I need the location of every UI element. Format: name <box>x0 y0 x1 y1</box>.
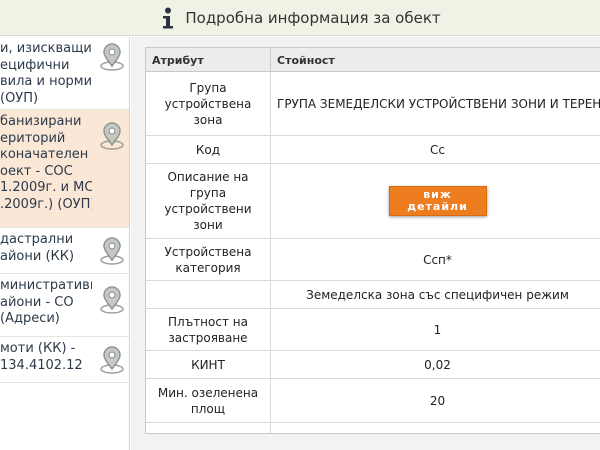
table-header: Атрибут Стойност <box>146 48 600 72</box>
attribute-cell: КИНТ <box>146 351 271 378</box>
table-row: Код Сс <box>146 136 600 164</box>
map-pin-icon[interactable] <box>99 122 125 150</box>
layer-list: и, изискващи ецифични вила и норми (ОУП)… <box>0 37 130 450</box>
value-cell: ГРУПА ЗЕМЕДЕЛСКИ УСТРОЙСТВЕНИ ЗОНИ И ТЕР… <box>277 96 600 111</box>
view-details-button[interactable]: виж детайли <box>388 186 487 216</box>
value-cell: Ссп* <box>423 252 452 267</box>
detail-panel: Атрибут Стойност Група устройствена зона… <box>131 37 600 450</box>
map-pin-icon[interactable] <box>99 237 125 265</box>
map-pin-icon[interactable] <box>99 346 125 374</box>
value-cell: 20 <box>429 393 446 408</box>
info-icon <box>159 6 177 30</box>
layer-item-1[interactable]: банизирани ериторий коначателен оект - С… <box>0 110 129 228</box>
layer-item-2[interactable]: дастрални айони (КК) <box>0 228 129 274</box>
table-row: Земеделска зона със специфичен режим <box>146 281 600 309</box>
column-header-value: Стойност <box>277 54 335 67</box>
table-row: КИНТ 0,02 <box>146 351 600 379</box>
column-header-attribute: Атрибут <box>146 48 271 71</box>
layer-item-label: моти (КК) - 134.4102.12 <box>0 341 83 373</box>
attribute-cell: Мин. озеленена площ <box>146 379 271 422</box>
layer-item-4[interactable]: моти (КК) - 134.4102.12 <box>0 337 129 383</box>
table-row: Мин. озеленена площ 20 <box>146 379 600 423</box>
page-title: Подробна информация за обект <box>185 8 441 27</box>
table-row: Плътност на застрояване 1 <box>146 309 600 351</box>
attribute-cell: Плътност на застрояване <box>146 309 271 350</box>
value-cell <box>271 423 600 433</box>
layer-item-0[interactable]: и, изискващи ецифични вила и норми (ОУП) <box>0 37 129 110</box>
view-details-label-2: детайли <box>407 200 468 213</box>
attribute-cell: Описание на група устройствени зони <box>146 164 271 238</box>
map-pin-icon[interactable] <box>99 286 125 314</box>
detail-header: Подробна информация за обект <box>0 0 600 36</box>
attribute-cell: Устройствена категория <box>146 239 271 280</box>
value-cell: виж детайли <box>271 164 600 238</box>
value-cell: 0,02 <box>424 357 451 372</box>
attribute-table: Атрибут Стойност Група устройствена зона… <box>145 47 600 434</box>
table-row <box>146 423 600 433</box>
layer-item-label: и, изискващи ецифични вила и норми (ОУП) <box>0 41 92 106</box>
value-cell: Сс <box>430 142 445 157</box>
layer-item-label: дастрални айони (КК) <box>0 232 75 264</box>
table-row: Група устройствена зона ГРУПА ЗЕМЕДЕЛСКИ… <box>146 72 600 136</box>
attribute-cell: Код <box>146 136 271 163</box>
attribute-cell: Група устройствена зона <box>146 72 271 135</box>
table-row: Описание на група устройствени зони виж … <box>146 164 600 239</box>
attribute-cell <box>146 281 271 308</box>
value-cell: Земеделска зона със специфичен режим <box>306 287 569 302</box>
value-cell: 1 <box>433 322 442 337</box>
map-pin-icon[interactable] <box>99 43 125 71</box>
layer-item-label: министративни айони - СО (Адреси) <box>0 278 92 326</box>
table-row: Устройствена категория Ссп* <box>146 239 600 281</box>
layer-item-label: банизирани ериторий коначателен оект - С… <box>0 114 92 212</box>
layer-item-3[interactable]: министративни айони - СО (Адреси) <box>0 274 129 337</box>
attribute-cell <box>146 423 271 433</box>
